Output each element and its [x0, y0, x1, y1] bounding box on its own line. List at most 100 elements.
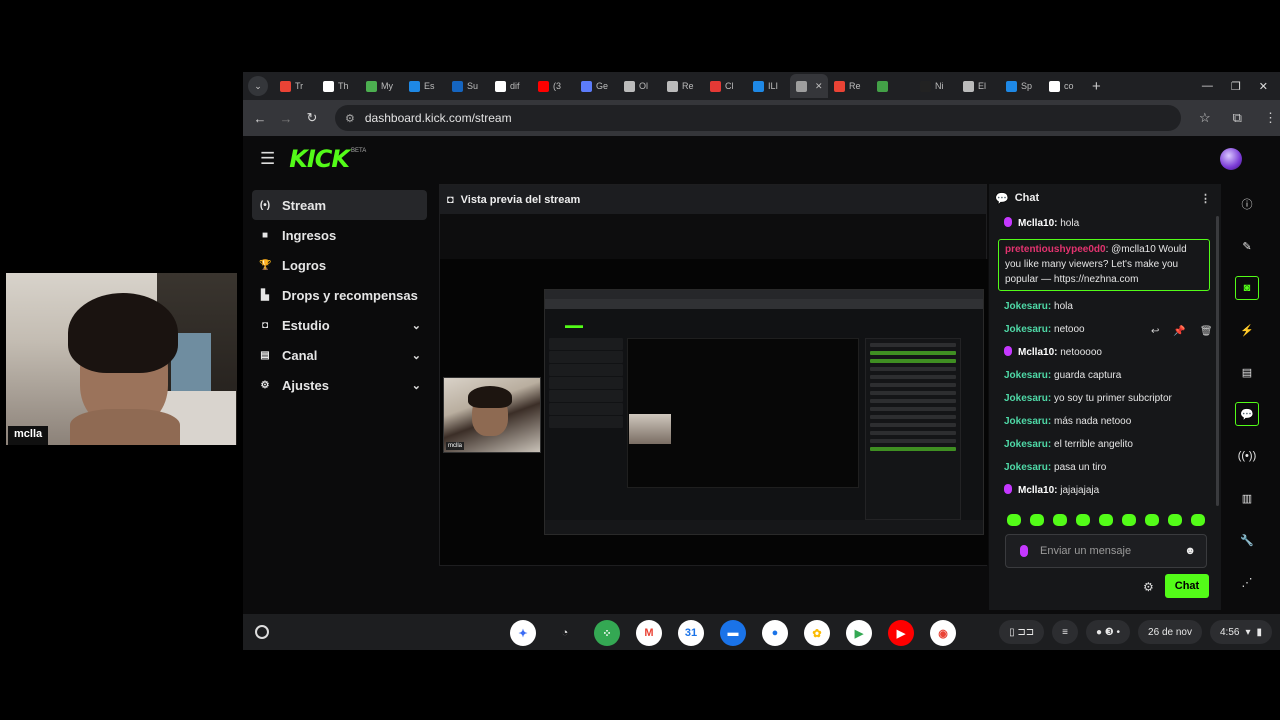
- browser-tab[interactable]: Ni: [914, 74, 957, 98]
- sidebar-item-ajustes[interactable]: ⚙ Ajustes ⌄: [252, 370, 427, 400]
- emote-icon[interactable]: [1099, 514, 1113, 526]
- chat-username[interactable]: Jokesaru:: [1004, 416, 1051, 427]
- chat-username[interactable]: Mclla10:: [1018, 347, 1057, 358]
- chat-username[interactable]: Jokesaru:: [1004, 324, 1051, 335]
- server-icon[interactable]: ▥: [1235, 486, 1259, 510]
- stream-video[interactable]: ▬▬ mclla: [440, 259, 988, 565]
- extensions-icon[interactable]: ⧉: [1233, 110, 1242, 126]
- chat-more-icon[interactable]: ⋮: [1200, 192, 1211, 205]
- chrome-icon[interactable]: ◉: [930, 620, 956, 646]
- chat-message-input[interactable]: Enviar un mensaje ☻: [1005, 534, 1207, 568]
- share-icon[interactable]: ⋰: [1235, 570, 1259, 594]
- browser-tab[interactable]: Su: [446, 74, 489, 98]
- chat-message[interactable]: Jokesaru: hola: [997, 299, 1219, 314]
- browser-tab[interactable]: Es: [403, 74, 446, 98]
- chat-username[interactable]: Jokesaru:: [1004, 301, 1051, 312]
- chat-message[interactable]: Jokesaru: más nada netooo: [997, 414, 1219, 429]
- files-icon[interactable]: ▬: [720, 620, 746, 646]
- browser-tab[interactable]: Cl: [704, 74, 747, 98]
- camera-icon[interactable]: ◙: [1235, 276, 1259, 300]
- sidebar-item-logros[interactable]: 🏆 Logros: [252, 250, 427, 280]
- menu-icon[interactable]: ⋮: [1264, 110, 1277, 126]
- emote-icon[interactable]: [1030, 514, 1044, 526]
- browser-tab[interactable]: Re: [661, 74, 704, 98]
- browser-tab[interactable]: dif: [489, 74, 532, 98]
- browser-tab[interactable]: Re: [828, 74, 871, 98]
- maximize-icon[interactable]: ❐: [1231, 80, 1241, 93]
- chat-message[interactable]: pretentioushypee0d0: @mclla10 Would you …: [998, 239, 1210, 291]
- emoji-icon[interactable]: ☻: [1184, 545, 1196, 557]
- gmail-icon[interactable]: M: [636, 620, 662, 646]
- emote-icon[interactable]: [1053, 514, 1067, 526]
- browser-tab[interactable]: co: [1043, 74, 1086, 98]
- wrench-icon[interactable]: 🔧: [1235, 528, 1259, 552]
- edit-icon[interactable]: ✎: [1235, 234, 1259, 258]
- browser-tab[interactable]: Ge: [575, 74, 618, 98]
- chevron-down-icon[interactable]: ⌄: [412, 319, 421, 332]
- apps-icon[interactable]: ⁘: [594, 620, 620, 646]
- holding-space-button[interactable]: ▯ ⊐⊐: [999, 620, 1045, 644]
- chat-scrollbar[interactable]: [1216, 216, 1219, 506]
- signal-icon[interactable]: ((•)): [1235, 444, 1259, 468]
- browser-tab[interactable]: ✕: [790, 74, 828, 98]
- cast-icon[interactable]: ◔: [552, 620, 578, 646]
- chat-message[interactable]: Mclla10: netooooo: [997, 345, 1219, 360]
- chevron-down-icon[interactable]: ⌄: [412, 379, 421, 392]
- emote-icon[interactable]: [1145, 514, 1159, 526]
- chat-message[interactable]: Jokesaru: el terrible angelito: [997, 437, 1219, 452]
- browser-tab[interactable]: ILI: [747, 74, 790, 98]
- chat-settings-icon[interactable]: ⚙: [1143, 580, 1154, 594]
- reply-icon[interactable]: ↩: [1151, 326, 1159, 337]
- messages-icon[interactable]: ●: [762, 620, 788, 646]
- pin-icon[interactable]: 📌: [1173, 326, 1185, 337]
- tab-search-icon[interactable]: ⌄: [248, 76, 268, 96]
- emote-icon[interactable]: [1168, 514, 1182, 526]
- chevron-down-icon[interactable]: ⌄: [412, 349, 421, 362]
- user-avatar[interactable]: [1220, 148, 1242, 170]
- minimize-icon[interactable]: —: [1202, 80, 1213, 93]
- chat-username[interactable]: Jokesaru:: [1004, 462, 1051, 473]
- chat-username[interactable]: Mclla10:: [1018, 485, 1057, 496]
- info-icon[interactable]: ⓘ: [1235, 192, 1259, 216]
- calendar-icon[interactable]: 31: [678, 620, 704, 646]
- chat-username[interactable]: Jokesaru:: [1004, 439, 1051, 450]
- tab-close-icon[interactable]: ✕: [815, 81, 823, 92]
- emote-icon[interactable]: [1122, 514, 1136, 526]
- chat-username[interactable]: Mclla10:: [1018, 218, 1057, 229]
- bolt-icon[interactable]: ⚡: [1235, 318, 1259, 342]
- browser-tab[interactable]: Ol: [618, 74, 661, 98]
- chat-username[interactable]: Jokesaru:: [1004, 393, 1051, 404]
- youtube-icon[interactable]: ▶: [888, 620, 914, 646]
- gemini-icon[interactable]: ✦: [510, 620, 536, 646]
- browser-tab[interactable]: [871, 74, 914, 98]
- chat-message[interactable]: Mclla10: hola: [997, 216, 1219, 231]
- hamburger-menu-icon[interactable]: ☰: [260, 149, 275, 169]
- chat-username[interactable]: Jokesaru:: [1004, 370, 1051, 381]
- chat-message[interactable]: Mclla10: jajajajaja: [997, 483, 1219, 498]
- sidebar-item-canal[interactable]: ▤ Canal ⌄: [252, 340, 427, 370]
- photos-icon[interactable]: ✿: [804, 620, 830, 646]
- back-icon[interactable]: ←: [247, 111, 273, 126]
- chat-username[interactable]: pretentioushypee0d0: [1005, 244, 1106, 255]
- launcher-icon[interactable]: [255, 625, 269, 639]
- close-icon[interactable]: ✕: [1259, 80, 1268, 93]
- delete-icon[interactable]: 🗑: [1200, 326, 1213, 337]
- site-info-icon[interactable]: ⚙: [345, 112, 355, 125]
- notes-icon[interactable]: ▤: [1235, 360, 1259, 384]
- new-tab-button[interactable]: +: [1092, 78, 1101, 95]
- sidebar-item-ingresos[interactable]: ■ Ingresos: [252, 220, 427, 250]
- play-store-icon[interactable]: ▶: [846, 620, 872, 646]
- status-area[interactable]: 4:56 ▾ ▮: [1209, 620, 1272, 644]
- chat-send-button[interactable]: Chat: [1165, 574, 1209, 598]
- forward-icon[interactable]: →: [273, 111, 299, 126]
- browser-tab[interactable]: Th: [317, 74, 360, 98]
- clipboard-button[interactable]: ≡: [1052, 620, 1078, 644]
- kick-logo[interactable]: KICK: [289, 145, 350, 173]
- browser-tab[interactable]: Sp: [1000, 74, 1043, 98]
- emote-icon[interactable]: [1007, 514, 1021, 526]
- emote-icon[interactable]: [1076, 514, 1090, 526]
- browser-tab[interactable]: (3: [532, 74, 575, 98]
- browser-tab[interactable]: El: [957, 74, 1000, 98]
- chat-message[interactable]: Jokesaru: yo soy tu primer subcriptor: [997, 391, 1219, 406]
- browser-tab[interactable]: My: [360, 74, 403, 98]
